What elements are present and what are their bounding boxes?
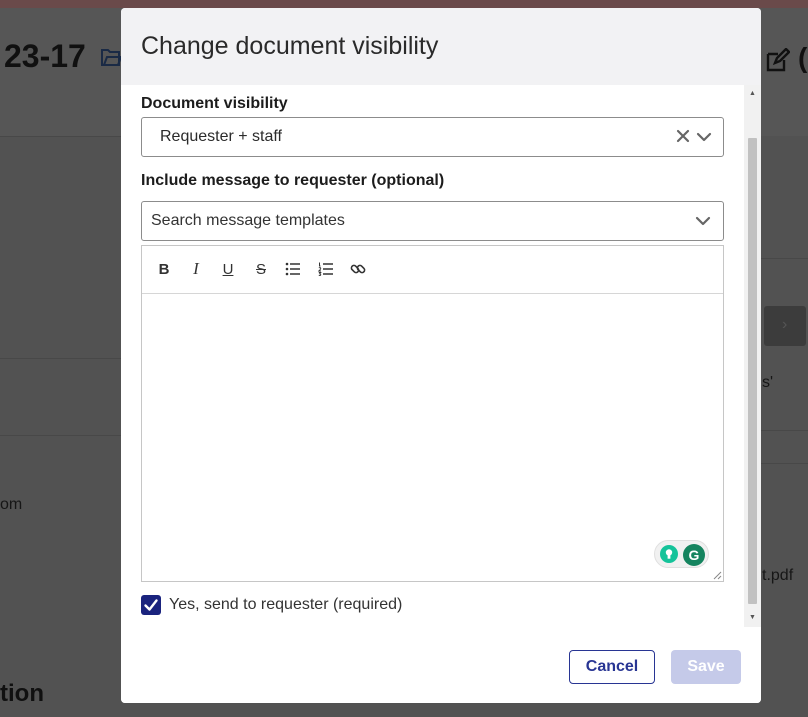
background-divider bbox=[0, 435, 121, 436]
send-to-requester-checkbox[interactable] bbox=[141, 595, 161, 615]
chevron-down-icon[interactable] bbox=[695, 215, 711, 227]
italic-button[interactable]: I bbox=[185, 258, 207, 280]
editor-toolbar: B I U S bbox=[142, 246, 723, 294]
grammarly-icon[interactable]: G bbox=[683, 544, 705, 566]
background-page-title: 23-17 bbox=[4, 38, 86, 74]
background-top-strip bbox=[0, 0, 808, 8]
underline-button[interactable]: U bbox=[217, 258, 239, 280]
send-to-requester-label: Yes, send to requester (required) bbox=[169, 596, 403, 613]
link-icon bbox=[350, 264, 366, 274]
background-text: om bbox=[0, 496, 23, 513]
visibility-dialog: Change document visibility Document visi… bbox=[121, 8, 761, 703]
close-icon[interactable] bbox=[676, 129, 690, 143]
background-next-button: › bbox=[764, 306, 806, 346]
scroll-down-arrow-icon[interactable]: ▼ bbox=[744, 611, 761, 625]
visibility-selected-value: Requester + staff bbox=[160, 128, 282, 145]
numbered-list-icon bbox=[318, 262, 333, 276]
strikethrough-button[interactable]: S bbox=[250, 258, 272, 280]
chevron-down-icon[interactable] bbox=[696, 131, 712, 143]
visibility-select[interactable]: Requester + staff bbox=[141, 117, 724, 157]
bullet-list-button[interactable] bbox=[282, 258, 304, 280]
background-section-heading: tion bbox=[0, 680, 44, 707]
bullet-list-icon bbox=[285, 262, 300, 276]
background-divider bbox=[0, 358, 121, 359]
checkmark-icon bbox=[144, 599, 158, 611]
background-text: s' bbox=[762, 374, 774, 391]
message-template-select[interactable]: Search message templates bbox=[141, 201, 724, 241]
message-template-placeholder: Search message templates bbox=[151, 212, 345, 229]
edit-icon bbox=[766, 48, 790, 72]
editor-text-area[interactable]: G bbox=[142, 294, 723, 581]
background-divider bbox=[0, 136, 121, 137]
folder-open-icon bbox=[101, 49, 122, 66]
dialog-footer: Cancel Save bbox=[121, 627, 761, 703]
numbered-list-button[interactable] bbox=[315, 258, 337, 280]
background-divider bbox=[761, 258, 808, 259]
dialog-header: Change document visibility bbox=[121, 8, 761, 85]
dialog-title: Change document visibility bbox=[141, 32, 439, 60]
message-editor: B I U S G bbox=[141, 245, 724, 582]
message-label: Include message to requester (optional) bbox=[141, 172, 445, 189]
grammarly-widget[interactable]: G bbox=[654, 540, 709, 568]
scrollbar-thumb[interactable] bbox=[748, 138, 757, 604]
dialog-body: Document visibility Requester + staff In… bbox=[121, 85, 761, 627]
chevron-right-icon: › bbox=[782, 316, 788, 333]
save-button[interactable]: Save bbox=[671, 650, 741, 684]
bold-button[interactable]: B bbox=[153, 258, 175, 280]
resize-handle-icon[interactable] bbox=[713, 571, 722, 580]
background-divider bbox=[761, 430, 808, 431]
background-text: t.pdf bbox=[762, 567, 794, 584]
background-more-glyph: ( bbox=[798, 42, 808, 73]
link-button[interactable] bbox=[347, 258, 369, 280]
lightbulb-icon[interactable] bbox=[660, 545, 678, 563]
visibility-label: Document visibility bbox=[141, 95, 288, 112]
background-divider bbox=[761, 463, 808, 464]
scroll-up-arrow-icon[interactable]: ▲ bbox=[744, 87, 761, 101]
cancel-button[interactable]: Cancel bbox=[569, 650, 655, 684]
